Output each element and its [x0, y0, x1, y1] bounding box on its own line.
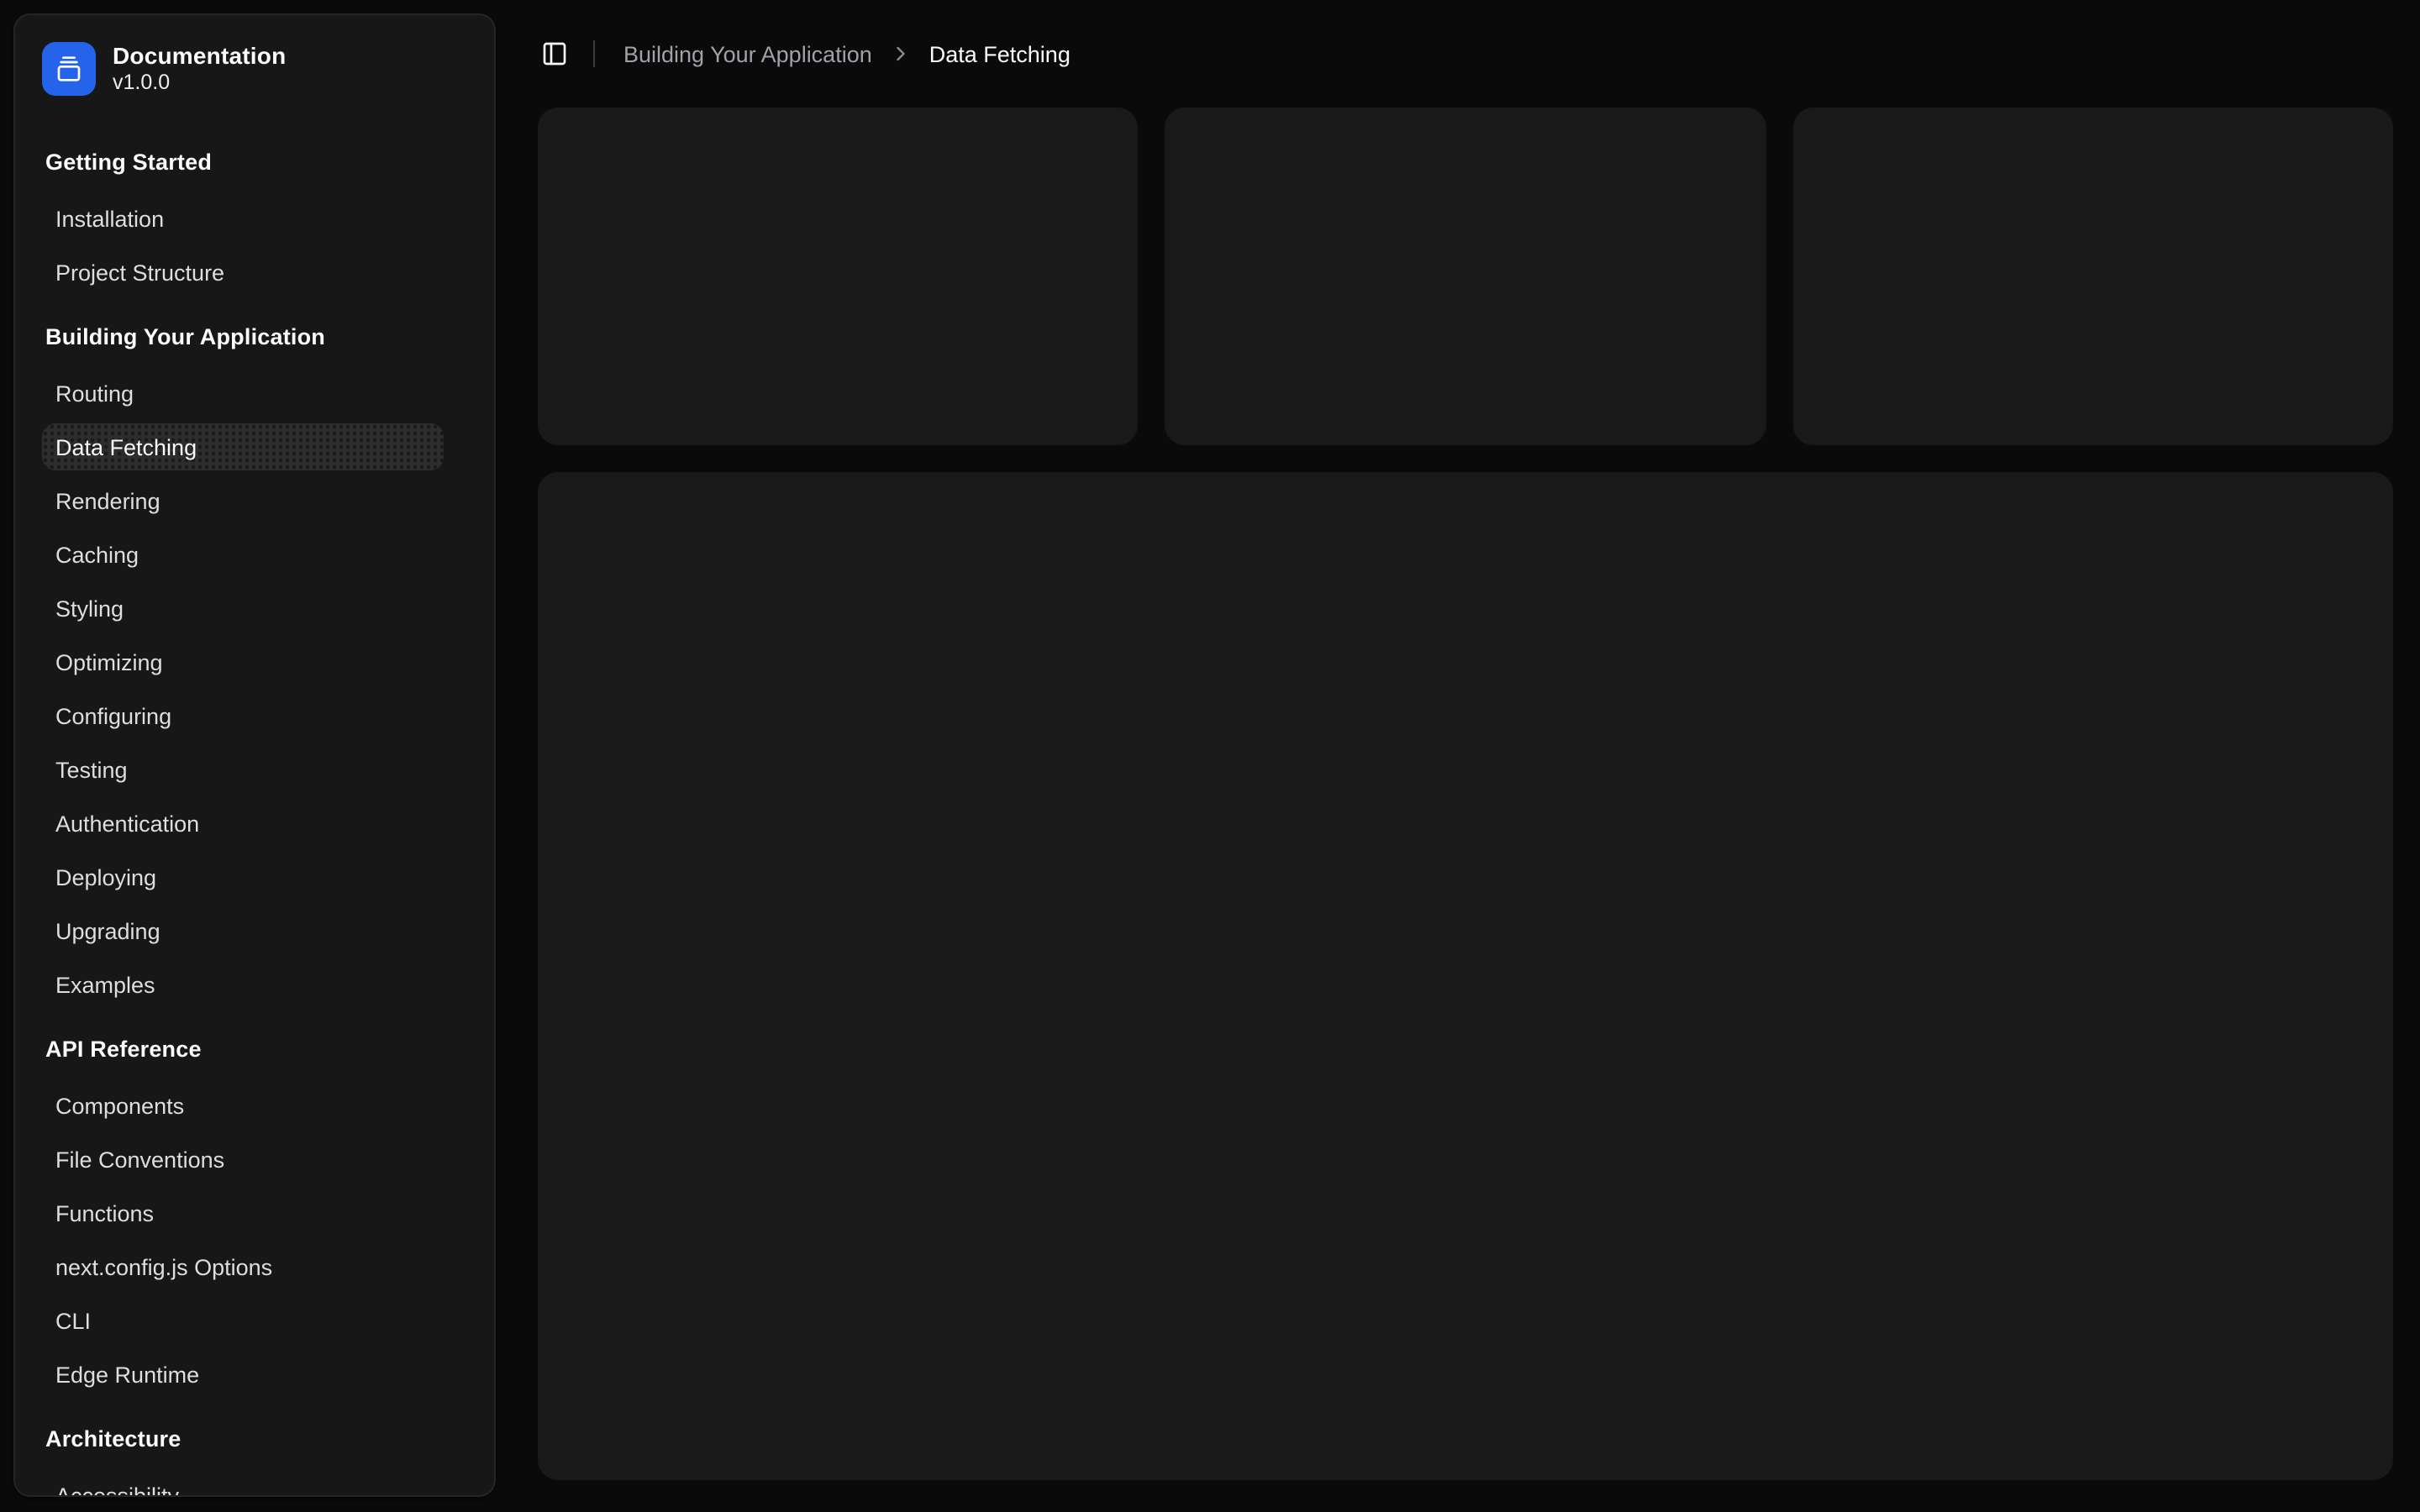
breadcrumb: Building Your Application Data Fetching [623, 41, 1071, 66]
breadcrumb-section-link[interactable]: Building Your Application [623, 41, 872, 66]
placeholder-card-3 [1792, 108, 2393, 445]
gallery-vertical-end-icon [55, 55, 82, 82]
app-title-block: Documentation v1.0.0 [113, 43, 286, 96]
sidebar-group-getting-started: Getting Started Installation Project Struc… [42, 134, 444, 296]
sidebar-nav: Getting Started Installation Project Struc… [15, 134, 494, 1497]
sidebar-item-deploying[interactable]: Deploying [42, 853, 444, 900]
sidebar-item-configuring[interactable]: Configuring [42, 692, 444, 739]
sidebar-header[interactable]: Documentation v1.0.0 [15, 15, 494, 96]
sidebar-item-examples[interactable]: Examples [42, 961, 444, 1008]
sidebar-item-authentication[interactable]: Authentication [42, 800, 444, 847]
sidebar-group-label-architecture: Architecture [42, 1411, 444, 1465]
sidebar-item-upgrading[interactable]: Upgrading [42, 907, 444, 954]
app-title: Documentation [113, 43, 286, 71]
sidebar-item-data-fetching[interactable]: Data Fetching [42, 423, 444, 470]
sidebar-item-cli[interactable]: CLI [42, 1297, 444, 1344]
main-header: Building Your Application Data Fetching [538, 0, 2393, 108]
sidebar-item-next-config-js-options[interactable]: next.config.js Options [42, 1243, 444, 1290]
sidebar-group-building-your-application: Building Your Application Routing Data Fet… [42, 309, 444, 1008]
sidebar-item-testing[interactable]: Testing [42, 746, 444, 793]
sidebar-item-file-conventions[interactable]: File Conventions [42, 1136, 444, 1183]
app-logo [42, 42, 96, 96]
placeholder-card-2 [1165, 108, 1766, 445]
sidebar-item-functions[interactable]: Functions [42, 1189, 444, 1236]
sidebar: Documentation v1.0.0 Getting StartedInst… [13, 13, 496, 1497]
sidebar-menu-architecture: Accessibility [42, 1465, 444, 1497]
sidebar-item-project-structure[interactable]: Project Structure [42, 249, 444, 296]
main-content [538, 108, 2393, 1480]
sidebar-item-caching[interactable]: Caching [42, 531, 444, 578]
placeholder-card-row [538, 108, 2393, 445]
panel-left-icon [541, 40, 568, 67]
sidebar-group-label-building-your-application: Building Your Application [42, 309, 444, 363]
sidebar-item-routing[interactable]: Routing [42, 370, 444, 417]
sidebar-group-api-reference: API Reference Components File Conventions F… [42, 1021, 444, 1398]
chevron-right-icon [889, 42, 913, 66]
sidebar-toggle-button[interactable] [531, 30, 578, 77]
sidebar-menu-building-your-application: Routing Data Fetching Rendering Caching Styl… [42, 363, 444, 1008]
sidebar-group-architecture: Architecture Accessibility [42, 1411, 444, 1497]
sidebar-item-edge-runtime[interactable]: Edge Runtime [42, 1351, 444, 1398]
sidebar-menu-api-reference: Components File Conventions Functions next.… [42, 1075, 444, 1398]
app-version: v1.0.0 [113, 71, 286, 96]
placeholder-content-panel [538, 472, 2393, 1480]
sidebar-item-components[interactable]: Components [42, 1082, 444, 1129]
sidebar-group-label-getting-started: Getting Started [42, 134, 444, 188]
sidebar-item-installation[interactable]: Installation [42, 195, 444, 242]
app-window: Documentation v1.0.0 Getting StartedInst… [0, 0, 2420, 1512]
breadcrumb-current-page: Data Fetching [929, 41, 1071, 66]
sidebar-menu-getting-started: Installation Project Structure [42, 188, 444, 296]
sidebar-item-accessibility[interactable]: Accessibility [42, 1472, 444, 1497]
sidebar-item-optimizing[interactable]: Optimizing [42, 638, 444, 685]
sidebar-item-styling[interactable]: Styling [42, 585, 444, 632]
placeholder-card-1 [538, 108, 1139, 445]
header-separator [593, 40, 595, 67]
sidebar-group-label-api-reference: API Reference [42, 1021, 444, 1075]
sidebar-item-rendering[interactable]: Rendering [42, 477, 444, 524]
